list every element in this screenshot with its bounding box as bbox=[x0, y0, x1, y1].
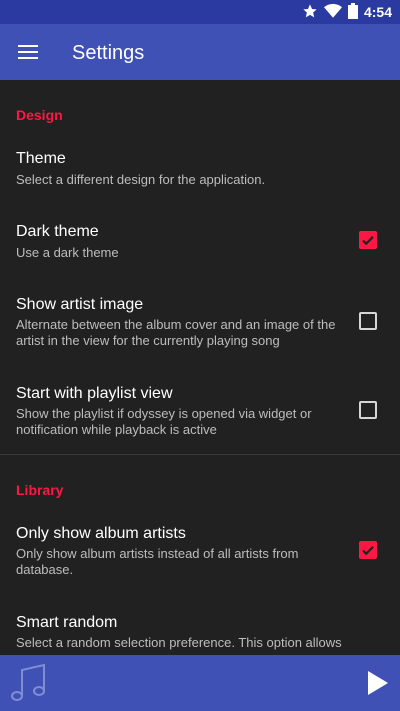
play-button[interactable] bbox=[360, 667, 392, 699]
music-note-icon bbox=[11, 663, 45, 701]
start-playlist-checkbox[interactable] bbox=[359, 401, 377, 419]
pref-summary: Select a different design for the applic… bbox=[16, 172, 266, 187]
pref-summary: Select a random selection preference. Th… bbox=[16, 635, 342, 650]
pref-start-playlist-view[interactable]: Start with playlist view Show the playli… bbox=[0, 375, 400, 451]
pref-summary: Only show album artists instead of all a… bbox=[16, 546, 299, 577]
pref-smart-random[interactable]: Smart random Select a random selection p… bbox=[0, 604, 400, 655]
pref-summary: Show the playlist if odyssey is opened v… bbox=[16, 406, 312, 437]
status-bar: 4:54 bbox=[0, 0, 400, 24]
app-bar: Settings bbox=[0, 24, 400, 80]
pref-summary: Use a dark theme bbox=[16, 245, 119, 260]
hamburger-menu-icon[interactable] bbox=[18, 44, 38, 60]
pref-title: Start with playlist view bbox=[16, 385, 173, 402]
pref-title: Dark theme bbox=[16, 223, 99, 240]
pref-title: Theme bbox=[16, 150, 66, 167]
status-time: 4:54 bbox=[363, 4, 392, 20]
status-icons: 4:54 bbox=[302, 2, 392, 22]
album-artists-checkbox[interactable] bbox=[359, 541, 377, 559]
section-divider bbox=[0, 454, 400, 455]
battery-icon bbox=[347, 2, 358, 22]
pref-theme[interactable]: Theme Select a different design for the … bbox=[0, 138, 400, 198]
pref-title: Only show album artists bbox=[16, 525, 186, 542]
pref-dark-theme[interactable]: Dark theme Use a dark theme bbox=[0, 212, 400, 272]
settings-list[interactable]: Design Theme Select a different design f… bbox=[0, 80, 400, 655]
dark-theme-checkbox[interactable] bbox=[359, 231, 377, 249]
pref-title: Show artist image bbox=[16, 296, 144, 313]
pref-summary: Alternate between the album cover and an… bbox=[16, 317, 336, 348]
checkmark-icon bbox=[362, 236, 374, 246]
pref-title: Smart random bbox=[16, 614, 118, 631]
album-art[interactable] bbox=[8, 661, 50, 705]
show-artist-image-checkbox[interactable] bbox=[359, 312, 377, 330]
wifi-icon bbox=[323, 3, 342, 22]
menu-button[interactable] bbox=[16, 40, 40, 64]
page-title: Settings bbox=[72, 42, 145, 64]
pref-only-album-artists[interactable]: Only show album artists Only show album … bbox=[0, 515, 400, 591]
now-playing-bar[interactable] bbox=[0, 655, 400, 711]
section-header-design: Design bbox=[16, 107, 63, 123]
play-icon[interactable] bbox=[360, 667, 392, 699]
section-header-library: Library bbox=[16, 482, 64, 498]
pref-show-artist-image[interactable]: Show artist image Alternate between the … bbox=[0, 286, 400, 362]
star-icon bbox=[302, 3, 318, 22]
checkmark-icon bbox=[362, 546, 374, 556]
